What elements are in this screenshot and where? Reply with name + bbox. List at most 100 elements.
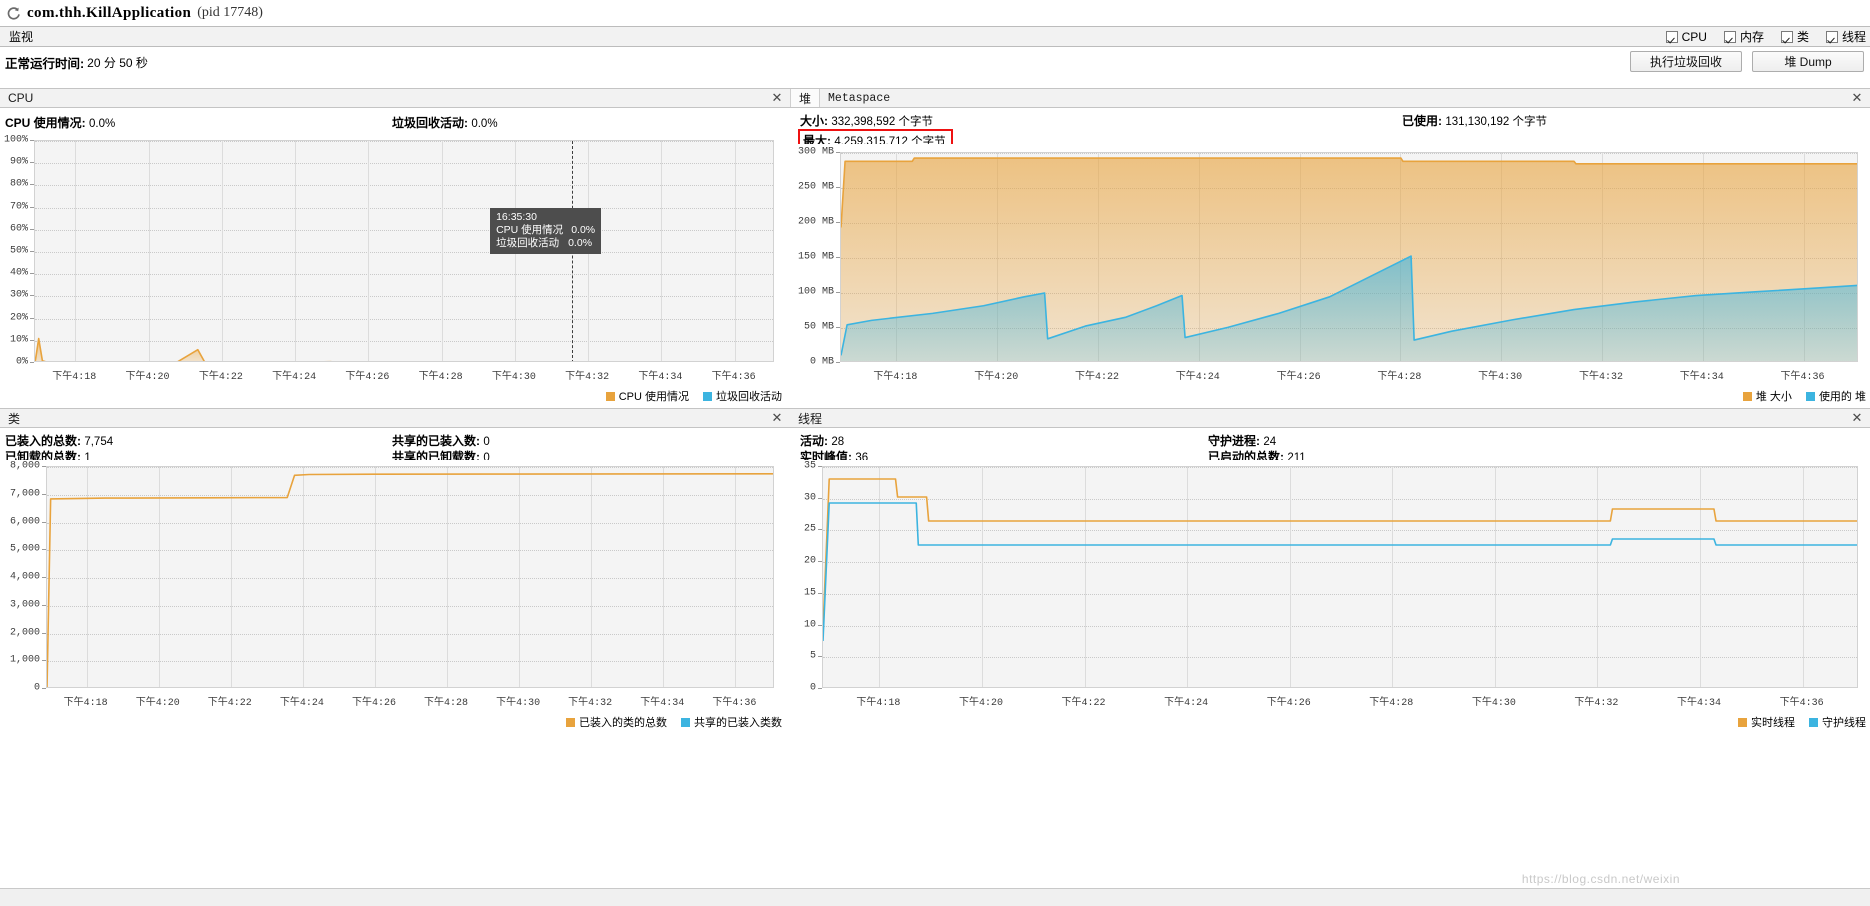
chart-toggle-group: CPU 内存 类 线程 xyxy=(1666,27,1866,46)
classes-y-tick-label: 2,000 xyxy=(10,627,40,638)
threads-x-tick-label: 下午4:36 xyxy=(1780,693,1824,709)
classes-chart-legend: 已装入的类的总数 共享的已装入类数 xyxy=(566,714,782,730)
classes-loaded-total-value: 7,754 xyxy=(84,436,113,448)
heap-x-tick-label: 下午4:24 xyxy=(1176,367,1220,383)
close-icon[interactable]: ✕ xyxy=(770,411,784,425)
gc-activity-stat: 垃圾回收活动: 0.0% xyxy=(392,114,498,131)
legend-heap-used: 使用的 堆 xyxy=(1806,388,1866,404)
heap-x-tick-label: 下午4:30 xyxy=(1478,367,1522,383)
checkbox-cpu-label: CPU xyxy=(1682,30,1707,44)
threads-x-tick-label: 下午4:20 xyxy=(959,693,1003,709)
gc-activity-label: 垃圾回收活动: xyxy=(392,116,468,130)
status-bar xyxy=(0,888,1870,906)
heap-x-tick-label: 下午4:20 xyxy=(974,367,1018,383)
cpu-x-tick-label: 下午4:36 xyxy=(712,367,756,383)
legend-swatch-cpu-usage xyxy=(606,392,615,401)
heap-used-label: 已使用: xyxy=(1402,114,1442,128)
checkbox-memory-box[interactable] xyxy=(1724,31,1736,43)
cpu-chart-legend: CPU 使用情况 垃圾回收活动 xyxy=(606,388,782,404)
checkbox-classes[interactable]: 类 xyxy=(1781,28,1809,45)
heap-y-tick-label: 250 MB xyxy=(798,182,834,193)
classes-x-tick-label: 下午4:32 xyxy=(568,693,612,709)
threads-y-tick-label: 5 xyxy=(810,651,816,662)
classes-loaded-total-stat: 已装入的总数: 7,754 xyxy=(5,432,113,449)
heap-chart[interactable]: 0 MB50 MB100 MB150 MB200 MB250 MB300 MB下… xyxy=(790,144,1870,384)
checkbox-threads-box[interactable] xyxy=(1826,31,1838,43)
action-button-group: 执行垃圾回收 堆 Dump xyxy=(1630,51,1864,72)
threads-live-label: 活动: xyxy=(800,434,828,448)
threads-daemon-stat: 守护进程: 24 xyxy=(1208,432,1276,449)
y-tick xyxy=(836,257,840,258)
legend-swatch-classes-shared xyxy=(681,718,690,727)
heap-y-tick-label: 0 MB xyxy=(810,357,834,368)
legend-classes-shared-label: 共享的已装入类数 xyxy=(694,714,782,730)
checkbox-threads-label: 线程 xyxy=(1842,28,1866,45)
checkbox-classes-box[interactable] xyxy=(1781,31,1793,43)
classes-chart[interactable]: 01,0002,0003,0004,0005,0006,0007,0008,00… xyxy=(0,460,790,710)
checkbox-threads[interactable]: 线程 xyxy=(1826,28,1866,45)
checkbox-cpu-box[interactable] xyxy=(1666,31,1678,43)
classes-y-tick-label: 8,000 xyxy=(10,461,40,472)
cpu-y-tick-label: 90% xyxy=(10,157,28,168)
legend-classes-shared: 共享的已装入类数 xyxy=(681,714,782,730)
cpu-x-tick-label: 下午4:20 xyxy=(126,367,170,383)
tooltip-row-label: 垃圾回收活动 xyxy=(496,237,560,250)
legend-heap-size: 堆 大小 xyxy=(1743,388,1792,404)
heap-x-tick-label: 下午4:36 xyxy=(1781,367,1825,383)
y-tick xyxy=(818,498,822,499)
threads-plot-area[interactable] xyxy=(822,466,1858,688)
classes-y-tick-label: 5,000 xyxy=(10,544,40,555)
y-tick xyxy=(818,561,822,562)
threads-chart-legend: 实时线程 守护线程 xyxy=(1738,714,1866,730)
tab-heap[interactable]: 堆 xyxy=(790,89,820,107)
classes-plot-area[interactable] xyxy=(46,466,774,688)
classes-x-tick-label: 下午4:30 xyxy=(496,693,540,709)
threads-series-line-1 xyxy=(823,503,1858,641)
cpu-x-tick-label: 下午4:22 xyxy=(199,367,243,383)
perform-gc-button[interactable]: 执行垃圾回收 xyxy=(1630,51,1742,72)
close-icon[interactable]: ✕ xyxy=(1850,411,1864,425)
classes-x-tick-label: 下午4:18 xyxy=(64,693,108,709)
cpu-chart[interactable]: 16:35:30CPU 使用情况0.0%垃圾回收活动0.0%0%10%20%30… xyxy=(0,134,790,384)
classes-x-tick-label: 下午4:36 xyxy=(712,693,756,709)
heap-used-value: 131,130,192 个字节 xyxy=(1445,116,1547,128)
legend-gc-activity: 垃圾回收活动 xyxy=(703,388,782,404)
y-tick xyxy=(30,318,34,319)
y-tick xyxy=(30,340,34,341)
heap-used-stat: 已使用: 131,130,192 个字节 xyxy=(1402,112,1547,129)
threads-x-tick-label: 下午4:30 xyxy=(1472,693,1516,709)
legend-swatch-gc-activity xyxy=(703,392,712,401)
heap-dump-button[interactable]: 堆 Dump xyxy=(1752,51,1864,72)
heap-x-tick-label: 下午4:22 xyxy=(1075,367,1119,383)
classes-y-tick-label: 7,000 xyxy=(10,488,40,499)
cpu-plot-area[interactable]: 16:35:30CPU 使用情况0.0%垃圾回收活动0.0% xyxy=(34,140,774,362)
checkbox-memory[interactable]: 内存 xyxy=(1724,28,1764,45)
heap-plot-area[interactable] xyxy=(840,152,1858,362)
cpu-series-line-0 xyxy=(35,339,774,362)
tooltip-row: CPU 使用情况0.0% xyxy=(496,224,595,237)
heap-y-tick-label: 300 MB xyxy=(798,147,834,158)
y-tick xyxy=(42,633,46,634)
y-tick xyxy=(836,187,840,188)
threads-chart[interactable]: 05101520253035下午4:18下午4:20下午4:22下午4:24下午… xyxy=(790,460,1870,710)
legend-swatch-threads-daemon xyxy=(1809,718,1818,727)
heap-chart-legend: 堆 大小 使用的 堆 xyxy=(1743,388,1866,404)
tooltip-row: 垃圾回收活动0.0% xyxy=(496,237,595,250)
checkbox-cpu[interactable]: CPU xyxy=(1666,30,1707,44)
close-icon[interactable]: ✕ xyxy=(1850,91,1864,105)
classes-series-line-0 xyxy=(47,474,774,688)
close-icon[interactable]: ✕ xyxy=(770,91,784,105)
heap-x-tick-label: 下午4:26 xyxy=(1277,367,1321,383)
heap-x-tick-label: 下午4:32 xyxy=(1579,367,1623,383)
threads-x-tick-label: 下午4:32 xyxy=(1574,693,1618,709)
tab-monitor[interactable]: 监视 xyxy=(0,27,42,46)
threads-x-tick-label: 下午4:18 xyxy=(856,693,900,709)
y-tick xyxy=(836,327,840,328)
tab-metaspace[interactable]: Metaspace xyxy=(820,89,898,107)
legend-threads-live: 实时线程 xyxy=(1738,714,1795,730)
legend-classes-loaded: 已装入的类的总数 xyxy=(566,714,667,730)
heap-y-tick-label: 150 MB xyxy=(798,252,834,263)
legend-threads-daemon: 守护线程 xyxy=(1809,714,1866,730)
y-tick xyxy=(818,466,822,467)
threads-live-stat: 活动: 28 xyxy=(800,432,844,449)
